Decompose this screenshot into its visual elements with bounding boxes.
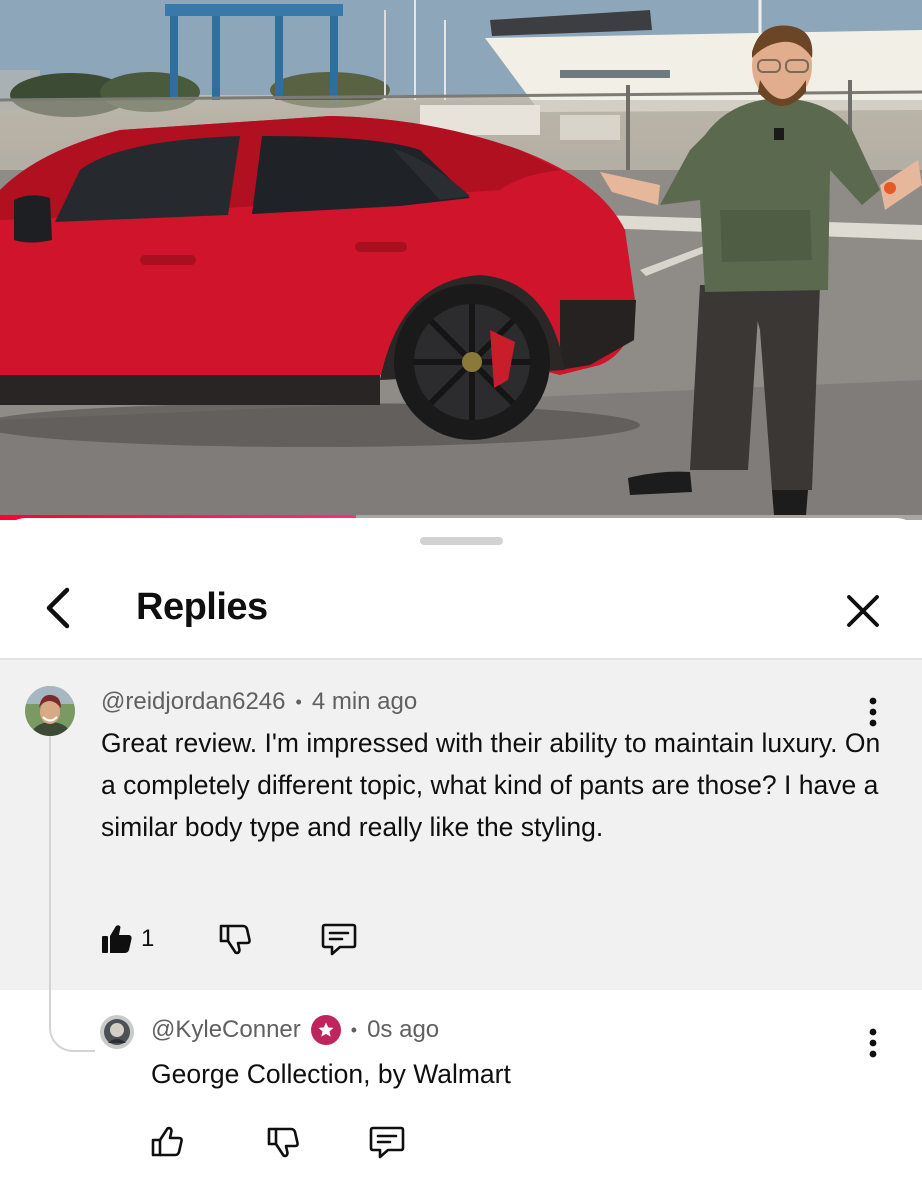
reply-time: 0s ago bbox=[367, 1016, 440, 1043]
vertical-ellipsis-icon bbox=[869, 1028, 877, 1058]
replies-sheet: Replies @reidjordan6246 • 4 min ago Grea… bbox=[0, 518, 922, 1200]
creator-star-badge-icon bbox=[310, 1015, 341, 1045]
reply-text: George Collection, by Walmart bbox=[151, 1059, 511, 1089]
comment-reply-icon bbox=[322, 923, 357, 956]
comment-reply-icon bbox=[369, 1126, 405, 1159]
reply-more-options-button[interactable] bbox=[858, 1023, 888, 1063]
thumbs-down-icon bbox=[267, 1127, 299, 1158]
chevron-left-icon bbox=[46, 587, 70, 629]
comment-actions: 1 bbox=[101, 919, 358, 959]
avatar[interactable] bbox=[25, 686, 75, 736]
meta-separator: • bbox=[350, 1019, 358, 1040]
more-options-button[interactable] bbox=[858, 692, 888, 732]
comment-text: Great review. I'm impressed with their a… bbox=[101, 728, 881, 842]
reply-meta: @KyleConner • 0s ago bbox=[151, 1015, 439, 1045]
vertical-ellipsis-icon bbox=[869, 697, 877, 727]
reply-reply-button[interactable] bbox=[368, 1122, 406, 1162]
reply-button[interactable] bbox=[320, 919, 358, 959]
reply-avatar[interactable] bbox=[100, 1015, 134, 1049]
reply-dislike-button[interactable] bbox=[266, 1122, 300, 1162]
user-avatar-photo bbox=[25, 686, 75, 736]
reply-actions bbox=[150, 1122, 406, 1162]
close-icon bbox=[847, 595, 879, 627]
youtube-replies-screen: Replies @reidjordan6246 • 4 min ago Grea… bbox=[0, 0, 922, 1200]
comment-meta: @reidjordan6246 • 4 min ago bbox=[101, 688, 417, 716]
comment-author[interactable]: @reidjordan6246 bbox=[101, 688, 286, 716]
meta-separator: • bbox=[295, 691, 302, 712]
video-player[interactable] bbox=[0, 0, 922, 520]
thread-connector-line bbox=[49, 736, 95, 1052]
sheet-title: Replies bbox=[136, 586, 268, 628]
sheet-drag-handle[interactable] bbox=[420, 537, 503, 545]
parent-comment: @reidjordan6246 • 4 min ago Great review… bbox=[0, 660, 922, 990]
user-avatar-photo bbox=[100, 1015, 134, 1049]
thumbs-up-icon bbox=[151, 1126, 183, 1157]
like-button[interactable]: 1 bbox=[101, 919, 154, 959]
dislike-button[interactable] bbox=[218, 919, 252, 959]
close-button[interactable] bbox=[834, 582, 892, 640]
video-frame bbox=[0, 0, 922, 515]
thumbs-up-filled-icon bbox=[102, 925, 132, 953]
reply-author[interactable]: @KyleConner bbox=[151, 1016, 301, 1044]
thumbs-down-icon bbox=[220, 924, 252, 955]
back-button[interactable] bbox=[32, 578, 84, 638]
sheet-header: Replies bbox=[0, 558, 922, 658]
like-count: 1 bbox=[141, 925, 155, 952]
reply-like-button[interactable] bbox=[150, 1122, 184, 1162]
comment-time: 4 min ago bbox=[311, 688, 418, 715]
